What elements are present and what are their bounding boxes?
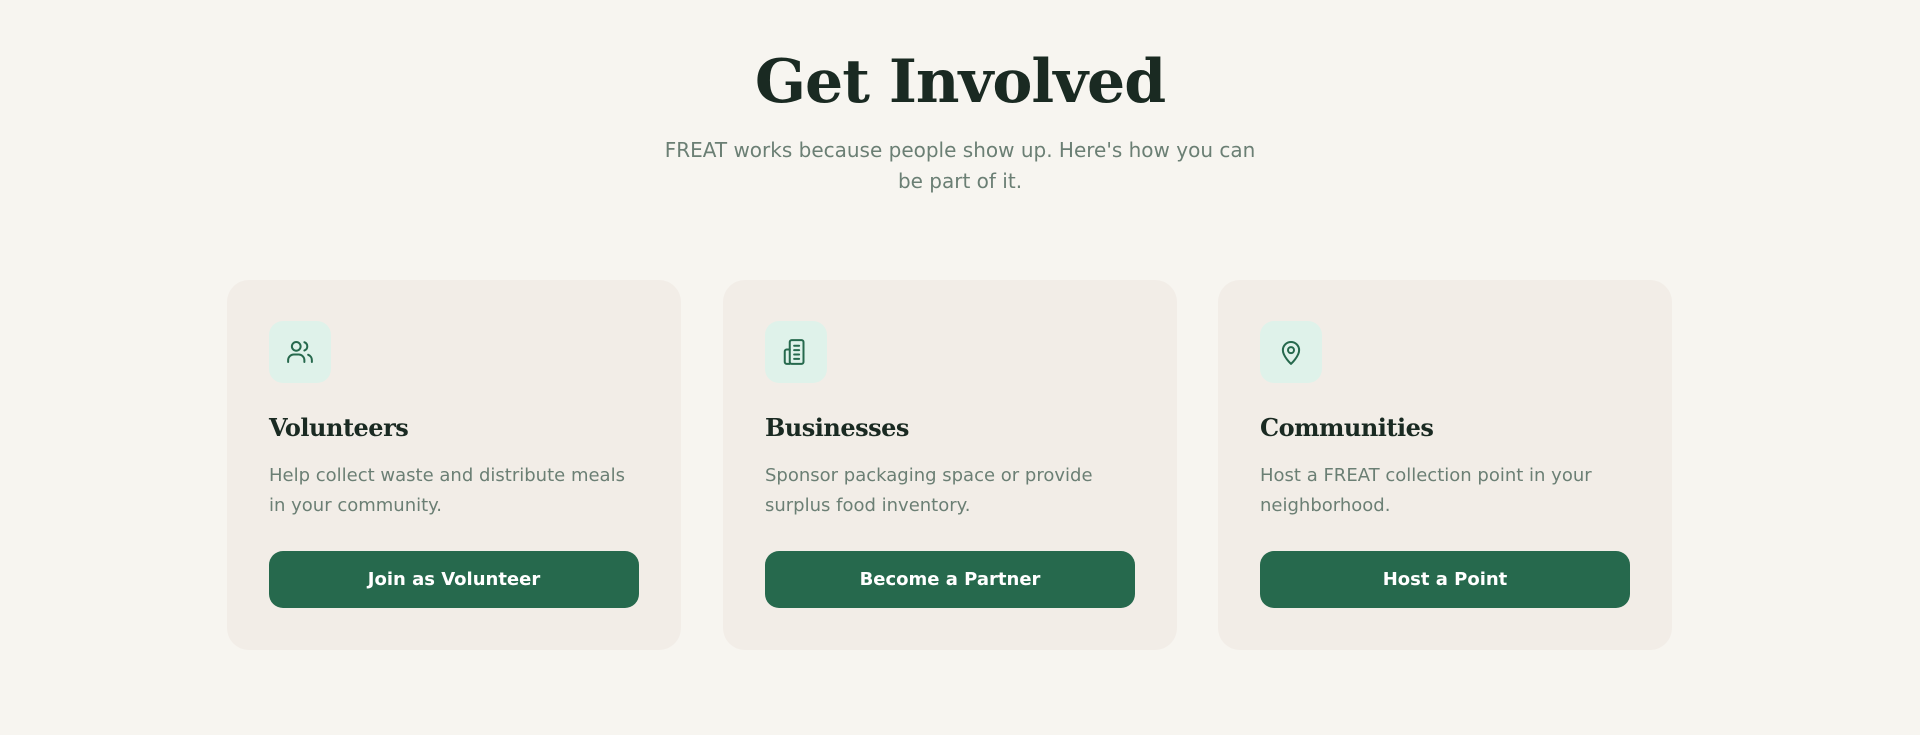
card-title-volunteers: Volunteers bbox=[269, 413, 409, 442]
card-description-communities: Host a FREAT collection point in your ne… bbox=[1260, 465, 1592, 516]
communities-card: Communities Host a FREAT collection poin… bbox=[1218, 280, 1672, 650]
card-title-communities: Communities bbox=[1260, 413, 1434, 442]
businesses-card: Businesses Sponsor packaging space or pr… bbox=[723, 280, 1177, 650]
join-as-volunteer-button[interactable]: Join as Volunteer bbox=[269, 551, 639, 608]
building-icon bbox=[765, 321, 827, 383]
card-description-businesses: Sponsor packaging space or provide surpl… bbox=[765, 465, 1093, 516]
volunteers-card: Volunteers Help collect waste and distri… bbox=[227, 280, 681, 650]
users-icon bbox=[269, 321, 331, 383]
become-a-partner-button[interactable]: Become a Partner bbox=[765, 551, 1135, 608]
map-pin-icon bbox=[1260, 321, 1322, 383]
section-title: Get Involved bbox=[754, 47, 1166, 117]
card-title-businesses: Businesses bbox=[765, 413, 909, 442]
section-subtitle: FREAT works because people show up. Here… bbox=[664, 138, 1256, 193]
card-description-volunteers: Help collect waste and distribute meals … bbox=[269, 465, 625, 516]
host-a-point-button[interactable]: Host a Point bbox=[1260, 551, 1630, 608]
